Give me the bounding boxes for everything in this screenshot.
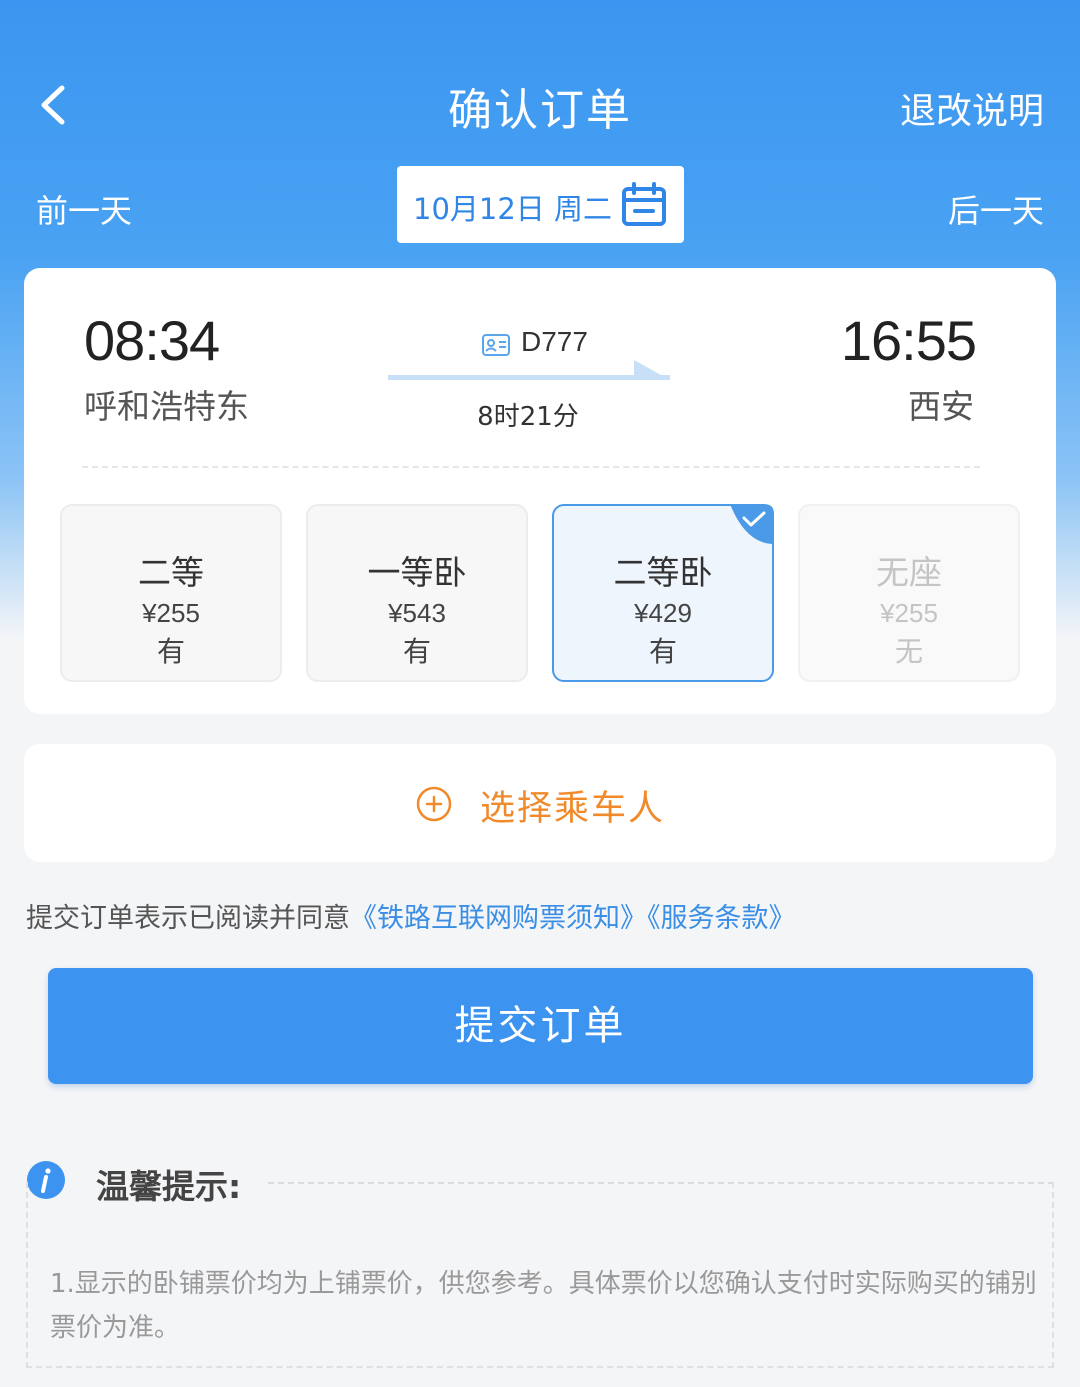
trip-card: 08:34 呼和浩特东 D777 8时21分 16:55 西安 二等 ¥255 … — [24, 268, 1056, 714]
seat-name: 一等卧 — [367, 553, 467, 592]
seat-availability: 无 — [894, 635, 923, 668]
agreement-notice: 提交订单表示已阅读并同意《铁路互联网购票须知》《服务条款》 — [26, 896, 796, 935]
seat-option-no-seat[interactable]: 无座 ¥255 无 — [798, 504, 1020, 682]
check-icon — [730, 504, 774, 544]
seat-name: 二等卧 — [613, 553, 713, 592]
seat-price: ¥543 — [388, 598, 446, 628]
next-day-button[interactable]: 后一天 — [948, 186, 1044, 232]
select-passenger-label: 选择乘车人 — [480, 789, 666, 829]
seat-price: ¥255 — [880, 598, 938, 628]
seat-availability: 有 — [402, 635, 431, 668]
submit-order-button[interactable]: 提交订单 — [48, 968, 1033, 1084]
ticket-rules-link[interactable]: 《铁路互联网购票须知》 — [350, 903, 647, 934]
seat-availability: 有 — [648, 635, 677, 668]
seat-price: ¥255 — [142, 598, 200, 628]
selected-date: 10月12日 周二 — [413, 192, 613, 226]
trip-duration: 8时21分 — [477, 402, 579, 432]
departure-time: 08:34 — [84, 309, 220, 372]
train-number[interactable]: D777 — [521, 326, 588, 358]
add-circle-icon — [416, 786, 452, 822]
departure-station: 呼和浩特东 — [84, 387, 249, 426]
select-passenger-button[interactable]: 选择乘车人 — [24, 744, 1056, 862]
train-info-icon — [482, 334, 510, 356]
prev-day-button[interactable]: 前一天 — [36, 186, 132, 232]
seat-name: 无座 — [876, 553, 942, 592]
seat-option-second-class[interactable]: 二等 ¥255 有 — [60, 504, 282, 682]
refund-rules-link[interactable]: 退改说明 — [900, 82, 1044, 134]
tips-text: 1.显示的卧铺票价均为上铺票价，供您参考。具体票价以您确认支付时实际购买的铺别票… — [50, 1269, 1037, 1343]
date-bar: 前一天 10月12日 周二 后一天 — [0, 166, 1080, 244]
direction-arrow-icon — [388, 360, 670, 380]
seat-price: ¥429 — [634, 598, 692, 628]
top-bar: 确认订单 退改说明 — [0, 60, 1080, 150]
calendar-icon — [622, 182, 666, 226]
arrival-station: 西安 — [908, 387, 974, 426]
seat-option-second-class-sleeper[interactable]: 二等卧 ¥429 有 — [552, 504, 774, 682]
seat-availability: 有 — [156, 635, 185, 668]
date-picker[interactable]: 10月12日 周二 — [397, 166, 684, 243]
agreement-text: 提交订单表示已阅读并同意 — [26, 903, 350, 934]
divider — [82, 466, 980, 468]
service-terms-link[interactable]: 《服务条款》 — [647, 903, 796, 934]
seat-option-first-class-sleeper[interactable]: 一等卧 ¥543 有 — [306, 504, 528, 682]
seat-name: 二等 — [138, 553, 204, 592]
arrival-time: 16:55 — [840, 309, 977, 372]
